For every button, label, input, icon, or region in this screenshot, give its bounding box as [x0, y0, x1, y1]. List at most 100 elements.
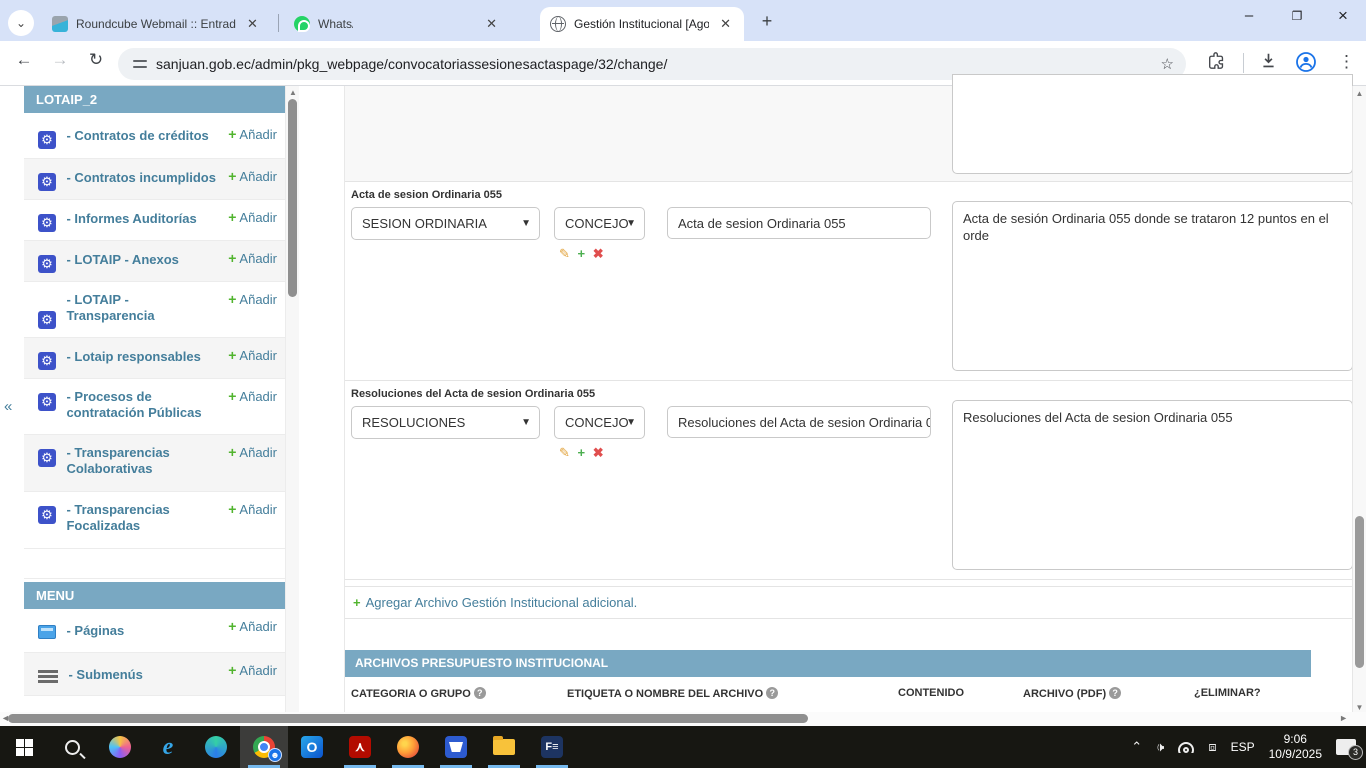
add-link[interactable]: +Añadir — [228, 501, 277, 517]
scroll-up-icon[interactable]: ▲ — [286, 88, 300, 97]
tab-gestion-active[interactable]: Gestión Institucional [Agosto-2 ✕ — [540, 7, 744, 41]
volume-icon[interactable]: 🕩 — [1156, 739, 1164, 755]
sidebar-item-label[interactable]: - Submenús — [68, 667, 142, 682]
file-name-input[interactable]: Acta de sesion Ordinaria 055 — [667, 207, 931, 239]
taskbar-edge[interactable] — [192, 726, 240, 768]
page-vertical-scrollbar[interactable]: ▲ ▼ — [1352, 86, 1366, 715]
add-link[interactable]: +Añadir — [228, 347, 277, 363]
new-tab-button[interactable]: + — [755, 10, 779, 34]
sidebar-item-label[interactable]: - Transparencias Focalizadas — [66, 502, 216, 534]
forward-button[interactable]: → — [46, 50, 74, 70]
sidebar-item-label[interactable]: - LOTAIP - Transparencia — [66, 292, 216, 324]
help-icon[interactable]: ? — [1109, 687, 1121, 699]
browser-menu-icon[interactable]: ⋮ — [1338, 52, 1355, 72]
sidebar-item-label[interactable]: - Contratos de créditos — [66, 128, 208, 143]
notifications-icon[interactable]: 3 — [1336, 739, 1356, 755]
sidebar-item-lotaip-anexos[interactable]: ⚙ - LOTAIP - Anexos +Añadir — [24, 241, 285, 282]
add-link[interactable]: +Añadir — [228, 250, 277, 266]
language-indicator[interactable]: ESP — [1231, 740, 1255, 754]
scroll-right-icon[interactable]: ► — [1339, 713, 1348, 723]
sidebar-item-paginas[interactable]: - Páginas +Añadir — [24, 609, 285, 653]
add-link[interactable]: +Añadir — [228, 291, 277, 307]
taskbar-f-app[interactable]: F≡ — [528, 726, 576, 768]
download-icon[interactable] — [1260, 52, 1277, 74]
help-icon[interactable]: ? — [474, 687, 486, 699]
url-text[interactable]: sanjuan.gob.ec/admin/pkg_webpage/convoca… — [156, 56, 667, 72]
sidebar-item-lotaip-responsables[interactable]: ⚙ - Lotaip responsables +Añadir — [24, 338, 285, 379]
sidebar-item-label[interactable]: - Contratos incumplidos — [66, 170, 216, 185]
tab-whatsapp[interactable]: WhatsApp ✕ — [284, 7, 510, 41]
reload-button[interactable]: ↻ — [82, 50, 110, 70]
session-type-select[interactable]: RESOLUCIONES▼ — [351, 406, 540, 439]
taskbar-acrobat[interactable]: ⋏ — [336, 726, 384, 768]
tab-roundcube[interactable]: Roundcube Webmail :: Entrada ✕ — [42, 7, 274, 41]
sidebar-item-label[interactable]: - Lotaip responsables — [66, 349, 200, 364]
sidebar-scrollbar[interactable]: ▲ — [285, 86, 299, 715]
scroll-up-icon[interactable]: ▲ — [1353, 89, 1366, 98]
add-link[interactable]: +Añadir — [228, 126, 277, 142]
tab-close-icon[interactable]: ✕ — [244, 16, 261, 32]
add-icon[interactable]: + — [578, 445, 586, 460]
sidebar-item-lotaip-transparencia[interactable]: ⚙ - LOTAIP - Transparencia +Añadir — [24, 282, 285, 338]
taskbar-outlook[interactable]: O — [288, 726, 336, 768]
restore-button[interactable]: ❐ — [1274, 0, 1320, 34]
organ-select[interactable]: CONCEJO▼ — [554, 207, 645, 240]
description-textarea[interactable]: Resoluciones del Acta de sesion Ordinari… — [952, 400, 1353, 570]
sidebar-item-label[interactable]: - Procesos de contratación Públicas — [66, 389, 216, 421]
sidebar-item-label[interactable]: - LOTAIP - Anexos — [66, 252, 178, 267]
add-link[interactable]: +Añadir — [228, 444, 277, 460]
taskbar-scanner-app[interactable] — [432, 726, 480, 768]
taskbar-chrome[interactable]: ☻ — [240, 726, 288, 768]
taskbar-copilot[interactable] — [96, 726, 144, 768]
add-link[interactable]: +Añadir — [228, 662, 277, 678]
add-link[interactable]: +Añadir — [228, 618, 277, 634]
taskbar-search-button[interactable] — [48, 726, 96, 768]
sidebar-item-informes-auditorias[interactable]: ⚙ - Informes Auditorías +Añadir — [24, 200, 285, 241]
sidebar-item-submenus[interactable]: - Submenús +Añadir — [24, 653, 285, 696]
vertical-scrollbar-thumb[interactable] — [1355, 516, 1364, 668]
display-connect-icon[interactable]: ⧈ — [1208, 739, 1216, 755]
horizontal-scrollbar-thumb[interactable] — [8, 714, 808, 723]
tray-expand-icon[interactable]: ⌃ — [1131, 739, 1142, 755]
sidebar-collapse-toggle[interactable]: « — [4, 398, 12, 415]
add-link[interactable]: +Añadir — [228, 388, 277, 404]
tab-search-button[interactable]: ⌄ — [8, 10, 34, 36]
sidebar-item-label[interactable]: - Transparencias Colaborativas — [66, 445, 216, 477]
clock[interactable]: 9:06 10/9/2025 — [1269, 732, 1322, 762]
site-info-icon[interactable] — [132, 56, 148, 72]
organ-select[interactable]: CONCEJO▼ — [554, 406, 645, 439]
help-icon[interactable]: ? — [766, 687, 778, 699]
extensions-icon[interactable] — [1208, 52, 1225, 74]
description-textarea[interactable]: Acta de sesión Ordinaria 055 donde se tr… — [952, 201, 1353, 371]
sidebar-item-transparencias-colaborativas[interactable]: ⚙ - Transparencias Colaborativas +Añadir — [24, 435, 285, 492]
session-type-select[interactable]: SESION ORDINARIA▼ — [351, 207, 540, 240]
sidebar-item-label[interactable]: - Informes Auditorías — [66, 211, 196, 226]
start-button[interactable] — [0, 726, 48, 768]
taskbar-internet-explorer[interactable]: e — [144, 726, 192, 768]
delete-icon[interactable]: ✖ — [593, 445, 604, 460]
tab-close-icon[interactable]: ✕ — [483, 16, 500, 32]
sidebar-item-label[interactable]: - Páginas — [66, 623, 124, 638]
add-archivo-link[interactable]: +Agregar Archivo Gestión Institucional a… — [353, 595, 637, 610]
scroll-down-icon[interactable]: ▼ — [1353, 703, 1366, 712]
add-link[interactable]: +Añadir — [228, 209, 277, 225]
taskbar-firefox[interactable] — [384, 726, 432, 768]
sidebar-item-contratos-creditos[interactable]: ⚙ - Contratos de créditos +Añadir — [24, 113, 285, 159]
back-button[interactable]: ← — [10, 50, 38, 70]
close-button[interactable]: × — [1320, 0, 1366, 34]
tab-close-icon[interactable]: ✕ — [717, 16, 734, 32]
minimize-button[interactable]: – — [1226, 0, 1272, 34]
edit-icon[interactable]: ✎ — [559, 246, 570, 261]
add-icon[interactable]: + — [578, 246, 586, 261]
edit-icon[interactable]: ✎ — [559, 445, 570, 460]
wifi-icon[interactable] — [1178, 742, 1194, 753]
add-link[interactable]: +Añadir — [228, 168, 277, 184]
file-name-input[interactable]: Resoluciones del Acta de sesion Ordinari… — [667, 406, 931, 438]
description-textarea[interactable] — [952, 74, 1353, 174]
sidebar-item-contratos-incumplidos[interactable]: ⚙ - Contratos incumplidos +Añadir — [24, 159, 285, 200]
delete-icon[interactable]: ✖ — [593, 246, 604, 261]
page-horizontal-scrollbar[interactable]: ◄ ► — [0, 712, 1366, 726]
bookmark-star-icon[interactable]: ☆ — [1161, 55, 1174, 73]
taskbar-file-explorer[interactable] — [480, 726, 528, 768]
sidebar-scrollbar-thumb[interactable] — [288, 99, 297, 297]
